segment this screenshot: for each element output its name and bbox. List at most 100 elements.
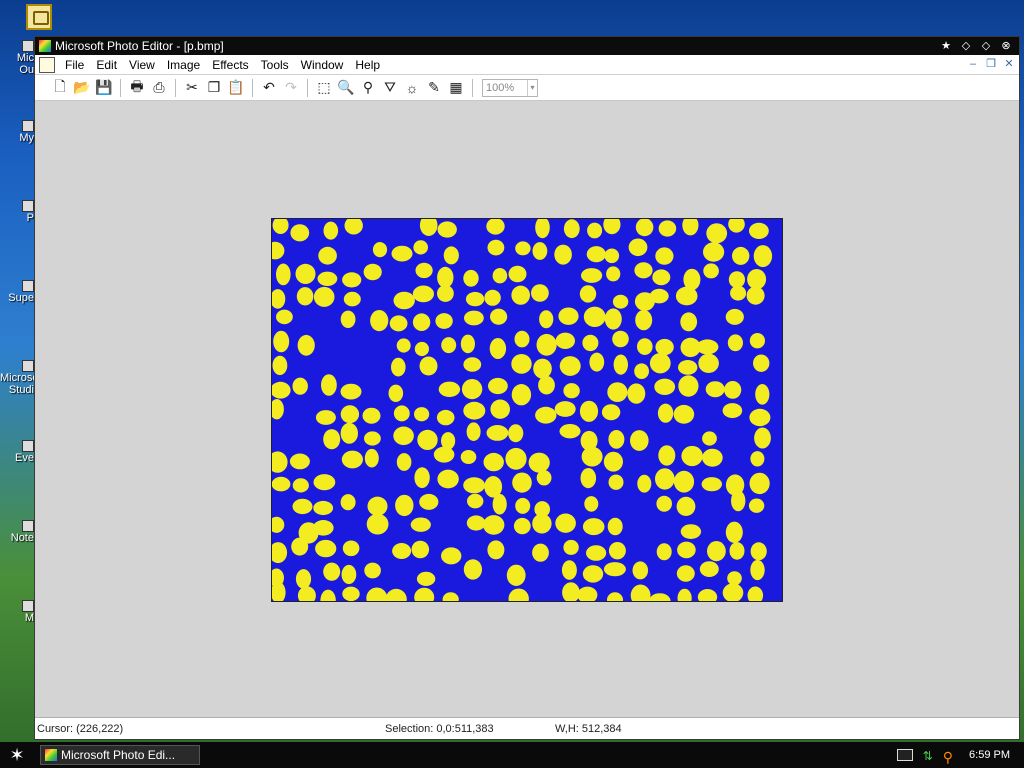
yellow-blob (508, 424, 524, 443)
yellow-blob (342, 540, 360, 557)
yellow-blob (612, 294, 629, 309)
yellow-blob (722, 403, 743, 419)
yellow-blob (342, 586, 360, 601)
yellow-blob (637, 474, 652, 493)
paste-icon[interactable]: 📋 (225, 77, 247, 99)
desktop-shortcut[interactable]: Mic Ou (0, 40, 34, 76)
menu-window[interactable]: Window (295, 58, 350, 72)
sun-icon[interactable]: ☼ (401, 77, 423, 99)
yellow-blob (463, 357, 482, 372)
yellow-blob (490, 308, 508, 325)
document-icon[interactable] (39, 56, 55, 73)
doc-restore-icon[interactable]: ❐ (985, 57, 997, 71)
zoom-select[interactable]: 100% ▾ (482, 78, 538, 97)
desktop-shortcut[interactable]: Eve (0, 440, 34, 464)
menu-tools[interactable]: Tools (255, 58, 295, 72)
shortcut-label: My (19, 132, 34, 144)
new-icon[interactable]: 🗋 (49, 77, 71, 99)
title-bar[interactable]: Microsoft Photo Editor - [p.bmp] ★ ◇ ◇ ⊗ (35, 37, 1019, 55)
yellow-blob (655, 338, 674, 356)
yellow-blob (321, 374, 337, 396)
yellow-blob (343, 291, 361, 307)
start-icon[interactable]: ✶ (0, 742, 34, 768)
yellow-blob (706, 223, 728, 244)
yellow-blob (579, 400, 599, 422)
yellow-blob (727, 334, 743, 352)
menu-file[interactable]: File (59, 58, 90, 72)
yellow-blob (463, 269, 479, 287)
desktop-shortcut[interactable]: P (0, 200, 34, 224)
chevron-down-icon[interactable]: ▾ (527, 79, 537, 96)
yellow-blob (437, 266, 454, 288)
yellow-blob (370, 310, 389, 332)
smudge-icon[interactable]: ⛛ (379, 77, 401, 99)
desktop-app-icon[interactable] (26, 4, 52, 30)
desktop-shortcut[interactable]: Supe (0, 280, 34, 304)
yellow-blob (488, 377, 508, 395)
yellow-blob (604, 248, 620, 264)
close-icon[interactable]: ⊗ (999, 39, 1013, 53)
effects-icon[interactable]: ▦ (445, 77, 467, 99)
scan-icon[interactable]: ⎙ (148, 77, 170, 99)
menu-view[interactable]: View (123, 58, 161, 72)
yellow-blob (559, 356, 581, 376)
open-icon[interactable]: 📂 (71, 77, 93, 99)
zoom-icon[interactable]: 🔍 (335, 77, 357, 99)
yellow-blob (536, 470, 552, 486)
yellow-blob (628, 238, 648, 257)
clock[interactable]: 6:59 PM (969, 749, 1010, 761)
search-icon[interactable]: ⚲ (943, 749, 953, 765)
yellow-blob (563, 219, 580, 239)
yellow-blob (728, 271, 745, 288)
desktop-shortcut[interactable]: Note (0, 520, 34, 544)
yellow-blob (676, 496, 696, 516)
app-icon (39, 40, 51, 52)
minimize-icon[interactable]: ◇ (959, 39, 973, 53)
star-icon[interactable]: ★ (939, 39, 953, 53)
yellow-blob (559, 424, 581, 439)
doc-minimize-icon[interactable]: – (967, 57, 979, 71)
pen-icon[interactable]: ✎ (423, 77, 445, 99)
menu-effects[interactable]: Effects (206, 58, 254, 72)
yellow-blob (582, 334, 599, 352)
menu-help[interactable]: Help (349, 58, 386, 72)
desktop-shortcut[interactable]: M (0, 600, 34, 624)
desktop-shortcut[interactable]: My (0, 120, 34, 144)
save-icon[interactable]: 💾 (93, 77, 115, 99)
yellow-blob (514, 330, 530, 348)
shortcut-label: Microso Studi (0, 372, 39, 396)
desktop-shortcut[interactable]: Microso Studi (0, 360, 39, 396)
yellow-blob (601, 404, 621, 421)
bitmap-canvas[interactable] (272, 219, 783, 602)
yellow-blob (649, 288, 669, 304)
yellow-blob (341, 450, 363, 469)
menu-image[interactable]: Image (161, 58, 206, 72)
network-icon[interactable]: ⇅ (923, 749, 933, 763)
doc-close-icon[interactable]: ✕ (1003, 57, 1015, 71)
taskbar-photo-editor[interactable]: Microsoft Photo Edi... (40, 745, 200, 765)
eyedropper-icon[interactable]: ⚲ (357, 77, 379, 99)
yellow-blob (487, 239, 505, 256)
yellow-blob (586, 545, 607, 561)
yellow-blob (533, 358, 552, 379)
yellow-blob (364, 448, 379, 468)
cut-icon[interactable]: ✂ (181, 77, 203, 99)
menu-edit[interactable]: Edit (90, 58, 123, 72)
yellow-blob (581, 446, 603, 467)
print-icon[interactable]: 🖶 (126, 77, 148, 99)
bitmap-image[interactable] (271, 218, 783, 602)
yellow-blob (366, 513, 389, 535)
yellow-blob (613, 354, 628, 375)
copy-icon[interactable]: ❐ (203, 77, 225, 99)
image-workspace[interactable] (35, 103, 1019, 719)
maximize-icon[interactable]: ◇ (979, 39, 993, 53)
yellow-blob (414, 467, 430, 488)
yellow-blob (630, 430, 649, 451)
yellow-blob (589, 352, 605, 372)
redo-icon[interactable]: ↷ (280, 77, 302, 99)
keyboard-icon[interactable] (896, 749, 913, 761)
yellow-blob (634, 262, 653, 279)
undo-icon[interactable]: ↶ (258, 77, 280, 99)
yellow-blob (750, 451, 765, 467)
select-icon[interactable]: ⬚ (313, 77, 335, 99)
